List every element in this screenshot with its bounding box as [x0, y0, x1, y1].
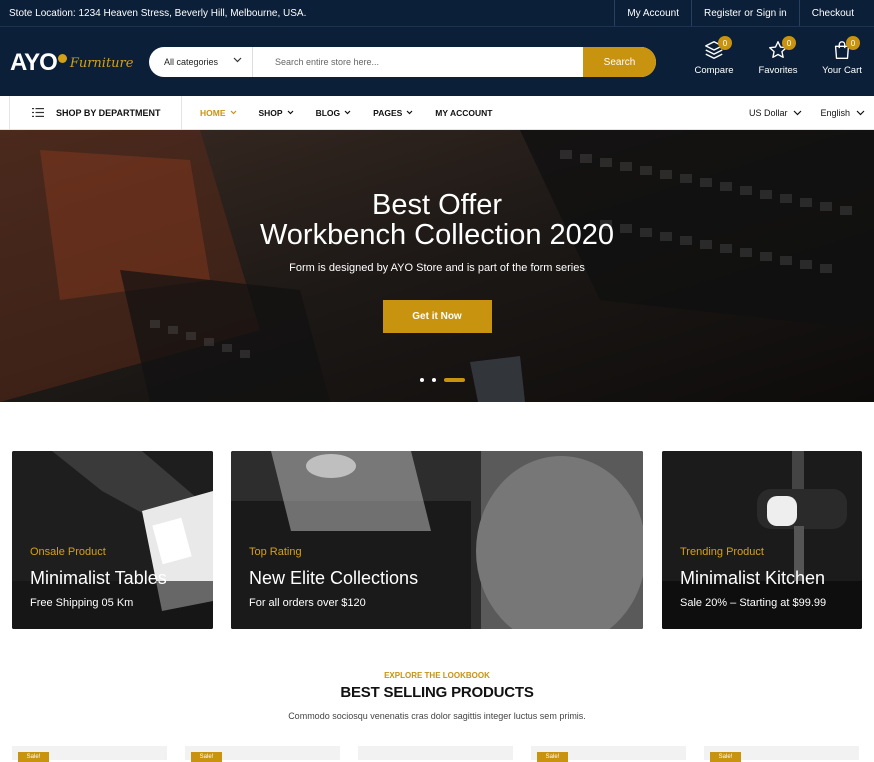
register-signin: Register or Sign in: [691, 0, 799, 26]
nav-my-account[interactable]: MY ACCOUNT: [435, 108, 492, 118]
slider-dot-active[interactable]: [444, 378, 465, 382]
banner-subtitle: Sale 20% – Starting at $99.99: [680, 597, 827, 609]
section-eyebrow: EXPLORE THE LOOKBOOK: [384, 671, 490, 680]
product-card[interactable]: Sale!: [531, 746, 686, 762]
chevron-down-icon: [233, 57, 242, 63]
nav-blog[interactable]: BLOG: [316, 108, 352, 118]
hero-title-line2: Workbench Collection 2020: [259, 219, 615, 251]
logo-dot: [57, 53, 67, 63]
logo-text: AYO: [10, 49, 58, 76]
banner-text: Top Rating New Elite Collections For all…: [249, 546, 418, 609]
banner-kicker: Trending Product: [680, 546, 764, 558]
logo-sub: Furniture: [69, 55, 134, 71]
chevron-down-icon: [230, 110, 236, 115]
chevron-down-icon: [287, 110, 294, 115]
product-card[interactable]: Sale!: [12, 746, 167, 762]
product-card[interactable]: Sale!: [185, 746, 340, 762]
sale-badge: Sale!: [710, 752, 741, 762]
product-grid: Sale! Sale! Sale! Sale!: [12, 746, 862, 762]
promo-banners: Onsale Product Minimalist Tables Free Sh…: [0, 451, 874, 629]
store-location: Stote Location: 1234 Heaven Stress, Beve…: [9, 7, 307, 19]
main-nav: SHOP BY DEPARTMENT HOME SHOP BLOG PAGES …: [0, 96, 874, 130]
cart-count: 0: [846, 36, 860, 50]
nav-right: US Dollar English: [731, 96, 865, 129]
nav-shop-label: SHOP: [258, 107, 283, 118]
banner-minimalist-tables[interactable]: Onsale Product Minimalist Tables Free Sh…: [12, 451, 213, 629]
banner-text: Onsale Product Minimalist Tables Free Sh…: [30, 546, 167, 609]
nav-home-label: HOME: [200, 107, 226, 118]
banner-subtitle: Free Shipping 05 Km: [30, 597, 134, 609]
product-card[interactable]: [358, 746, 513, 760]
sign-in-link[interactable]: Sign in: [756, 8, 787, 19]
hero-content: Best Offer Workbench Collection 2020 For…: [0, 190, 874, 333]
best-selling-section: EXPLORE THE LOOKBOOK BEST SELLING PRODUC…: [0, 671, 874, 721]
nav-shop[interactable]: SHOP: [259, 108, 294, 118]
nav-my-account-label: MY ACCOUNT: [435, 107, 493, 118]
hero-slider: Best Offer Workbench Collection 2020 For…: [0, 130, 874, 402]
banner-text: Trending Product Minimalist Kitchen Sale…: [680, 546, 826, 609]
banner-elite-collections[interactable]: Top Rating New Elite Collections For all…: [231, 451, 643, 629]
banner-title: Minimalist Kitchen: [680, 568, 826, 588]
slider-dot-2[interactable]: [432, 378, 436, 382]
main-header: AYO Furniture All categories Search 0 Co…: [0, 27, 874, 96]
favorites-count: 0: [782, 36, 796, 50]
slider-dots: [420, 378, 465, 382]
compare-button[interactable]: 0 Compare: [682, 36, 746, 76]
favorites-button[interactable]: 0 Favorites: [746, 36, 810, 76]
section-lead: Commodo sociosqu venenatis cras dolor sa…: [288, 711, 586, 721]
hero-description: Form is designed by AYO Store and is par…: [289, 262, 585, 274]
section-title: BEST SELLING PRODUCTS: [340, 684, 534, 701]
cart-button[interactable]: 0 Your Cart: [810, 36, 874, 76]
nav-home[interactable]: HOME: [200, 108, 237, 118]
nav-pages-label: PAGES: [373, 107, 403, 118]
checkout-label: Checkout: [811, 7, 854, 19]
compare-label: Compare: [694, 65, 734, 76]
header-actions: 0 Compare 0 Favorites 0 Your Cart: [682, 36, 874, 76]
favorites-label: Favorites: [758, 65, 798, 76]
banner-kicker: Onsale Product: [30, 546, 106, 558]
search-button[interactable]: Search: [583, 47, 656, 77]
top-bar: Stote Location: 1234 Heaven Stress, Beve…: [0, 0, 874, 27]
language-select[interactable]: English: [820, 108, 865, 118]
nav-pages[interactable]: PAGES: [373, 108, 413, 118]
logo[interactable]: AYO Furniture: [10, 49, 133, 77]
or-text: or: [744, 7, 754, 19]
banner-minimalist-kitchen[interactable]: Trending Product Minimalist Kitchen Sale…: [662, 451, 862, 629]
register-link[interactable]: Register: [704, 8, 741, 19]
menu-icon: [32, 108, 44, 117]
shop-by-department[interactable]: SHOP BY DEPARTMENT: [9, 96, 182, 129]
category-label: All categories: [164, 57, 219, 67]
my-account-link[interactable]: My Account: [614, 0, 691, 26]
get-it-now-button[interactable]: Get it Now: [382, 300, 492, 333]
top-links: My Account Register or Sign in Checkout: [614, 0, 874, 26]
department-label: SHOP BY DEPARTMENT: [56, 107, 161, 118]
chevron-down-icon: [406, 110, 413, 115]
product-card[interactable]: Sale!: [704, 746, 859, 762]
currency-select[interactable]: US Dollar: [749, 108, 803, 118]
chevron-down-icon: [794, 110, 802, 115]
cart-label: Your Cart: [822, 65, 862, 76]
banner-title: Minimalist Tables: [30, 568, 167, 588]
sale-badge: Sale!: [537, 752, 568, 762]
search-bar: All categories Search: [149, 47, 656, 77]
nav-blog-label: BLOG: [315, 107, 341, 118]
chevron-down-icon: [856, 110, 865, 115]
my-account-label: My Account: [627, 7, 680, 19]
hero-title-line1: Best Offer: [371, 189, 503, 221]
menu: HOME SHOP BLOG PAGES MY ACCOUNT: [182, 108, 514, 118]
banner-kicker: Top Rating: [249, 546, 302, 558]
compare-count: 0: [718, 36, 732, 50]
category-select[interactable]: All categories: [149, 47, 253, 77]
chevron-down-icon: [344, 110, 351, 115]
sale-badge: Sale!: [18, 752, 49, 762]
language-label: English: [820, 107, 850, 118]
banner-title: New Elite Collections: [249, 568, 419, 588]
banner-subtitle: For all orders over $120: [249, 597, 366, 609]
search-input[interactable]: [253, 47, 583, 77]
sale-badge: Sale!: [191, 752, 222, 762]
currency-label: US Dollar: [748, 107, 788, 118]
checkout-link[interactable]: Checkout: [798, 0, 874, 26]
slider-dot-1[interactable]: [420, 378, 424, 382]
